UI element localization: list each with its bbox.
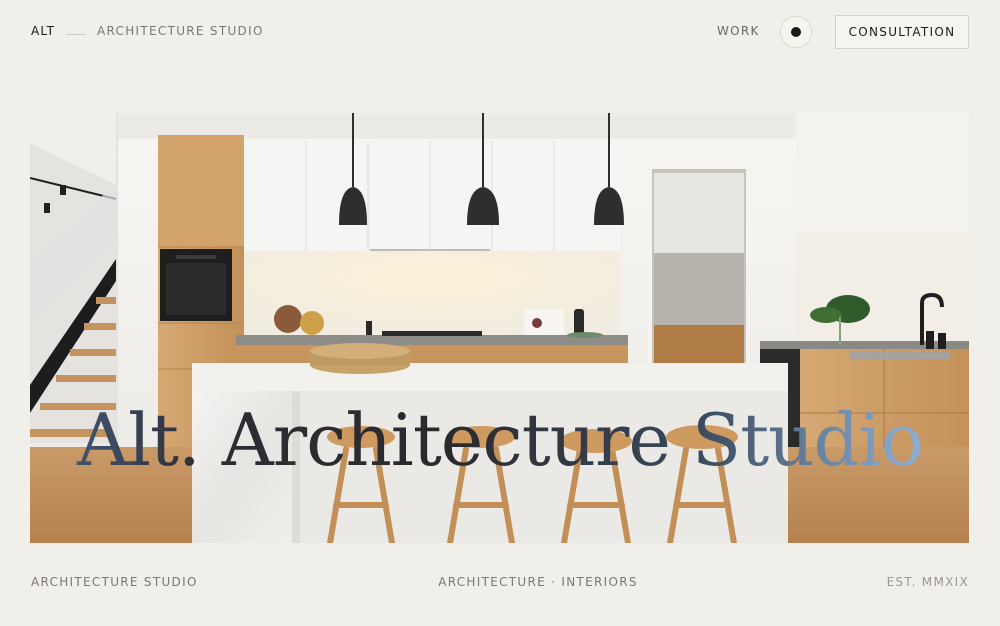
brand-logo[interactable]: ALT: [31, 24, 55, 38]
nav-work-link[interactable]: WORK: [717, 24, 760, 38]
theme-toggle-button[interactable]: [780, 16, 812, 48]
brand-divider: [66, 34, 86, 35]
hero-title: Alt. Architecture Studio: [0, 404, 1000, 476]
footer-services: ARCHITECTURE · INTERIORS: [438, 575, 638, 589]
brand-tagline: ARCHITECTURE STUDIO: [97, 24, 264, 38]
theme-toggle-dot-icon: [791, 27, 801, 37]
footer-established: EST. MMXIX: [886, 575, 969, 589]
site-header: ALT ARCHITECTURE STUDIO WORK CONSULTATIO…: [0, 0, 1000, 64]
consultation-button[interactable]: CONSULTATION: [835, 15, 969, 49]
